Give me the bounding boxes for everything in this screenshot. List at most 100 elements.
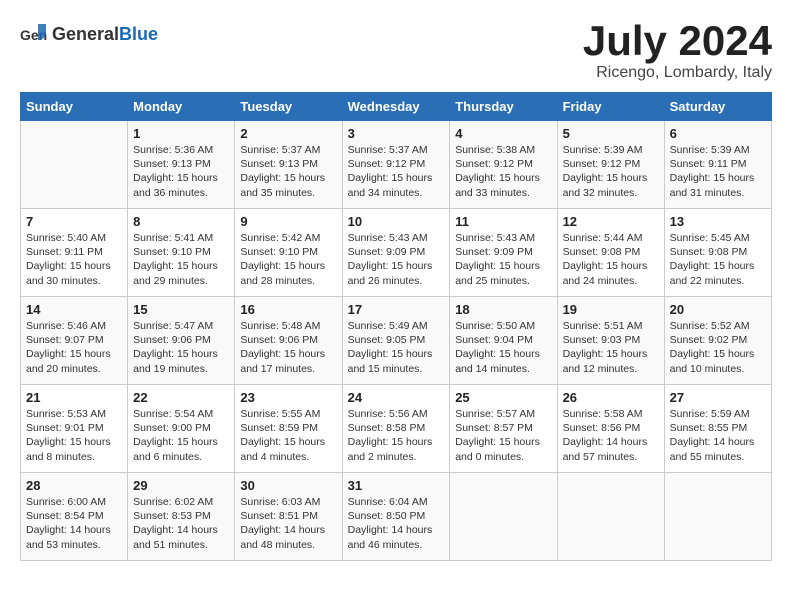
calendar-week-3: 14 Sunrise: 5:46 AM Sunset: 9:07 PM Dayli… — [21, 297, 772, 385]
header-saturday: Saturday — [664, 93, 771, 121]
calendar-cell: 31Sunrise: 6:04 AM Sunset: 8:50 PM Dayli… — [342, 473, 450, 561]
day-number: 30 — [240, 478, 336, 493]
calendar-cell: 21 Sunrise: 5:53 AM Sunset: 9:01 PM Dayli… — [21, 385, 128, 473]
calendar-cell: 20Sunrise: 5:52 AM Sunset: 9:02 PM Dayli… — [664, 297, 771, 385]
cell-details: Sunrise: 5:58 AM Sunset: 8:56 PM Dayligh… — [563, 407, 659, 464]
calendar-cell: 5 Sunrise: 5:39 AM Sunset: 9:12 PM Daylig… — [557, 121, 664, 209]
header-friday: Friday — [557, 93, 664, 121]
calendar-cell: 15 Sunrise: 5:47 AM Sunset: 9:06 PM Dayli… — [128, 297, 235, 385]
cell-details: Sunrise: 5:45 AM Sunset: 9:08 PM Dayligh… — [670, 231, 766, 288]
page-header: Gen GeneralBlue July 2024 Ricengo, Lomba… — [20, 20, 772, 82]
day-number: 15 — [133, 302, 229, 317]
header-thursday: Thursday — [450, 93, 557, 121]
title-area: July 2024 Ricengo, Lombardy, Italy — [583, 20, 772, 82]
cell-details: Sunrise: 6:00 AM Sunset: 8:54 PM Dayligh… — [26, 495, 122, 552]
day-number: 2 — [240, 126, 336, 141]
calendar-cell — [21, 121, 128, 209]
day-number: 1 — [133, 126, 229, 141]
cell-details: Sunrise: 5:51 AM Sunset: 9:03 PM Dayligh… — [563, 319, 659, 376]
cell-details: Sunrise: 5:47 AM Sunset: 9:06 PM Dayligh… — [133, 319, 229, 376]
cell-details: Sunrise: 6:04 AM Sunset: 8:50 PM Dayligh… — [348, 495, 445, 552]
cell-details: Sunrise: 5:43 AM Sunset: 9:09 PM Dayligh… — [455, 231, 551, 288]
cell-details: Sunrise: 5:39 AM Sunset: 9:12 PM Dayligh… — [563, 143, 659, 200]
cell-details: Sunrise: 5:43 AM Sunset: 9:09 PM Dayligh… — [348, 231, 445, 288]
calendar-cell: 12 Sunrise: 5:44 AM Sunset: 9:08 PM Dayli… — [557, 209, 664, 297]
calendar-cell — [664, 473, 771, 561]
calendar-cell: 18 Sunrise: 5:50 AM Sunset: 9:04 PM Dayli… — [450, 297, 557, 385]
calendar-cell: 28 Sunrise: 6:00 AM Sunset: 8:54 PM Dayli… — [21, 473, 128, 561]
calendar-cell: 24 Sunrise: 5:56 AM Sunset: 8:58 PM Dayli… — [342, 385, 450, 473]
calendar-cell — [557, 473, 664, 561]
cell-details: Sunrise: 5:38 AM Sunset: 9:12 PM Dayligh… — [455, 143, 551, 200]
day-number: 24 — [348, 390, 445, 405]
cell-details: Sunrise: 5:55 AM Sunset: 8:59 PM Dayligh… — [240, 407, 336, 464]
calendar-cell: 11 Sunrise: 5:43 AM Sunset: 9:09 PM Dayli… — [450, 209, 557, 297]
calendar-cell: 16 Sunrise: 5:48 AM Sunset: 9:06 PM Dayli… — [235, 297, 342, 385]
cell-details: Sunrise: 5:37 AM Sunset: 9:13 PM Dayligh… — [240, 143, 336, 200]
calendar-cell: 10 Sunrise: 5:43 AM Sunset: 9:09 PM Dayli… — [342, 209, 450, 297]
logo-blue: Blue — [119, 24, 158, 44]
header-wednesday: Wednesday — [342, 93, 450, 121]
cell-details: Sunrise: 5:42 AM Sunset: 9:10 PM Dayligh… — [240, 231, 336, 288]
calendar-header-row: SundayMondayTuesdayWednesdayThursdayFrid… — [21, 93, 772, 121]
calendar-cell: 8Sunrise: 5:41 AM Sunset: 9:10 PM Daylig… — [128, 209, 235, 297]
cell-details: Sunrise: 5:44 AM Sunset: 9:08 PM Dayligh… — [563, 231, 659, 288]
cell-details: Sunrise: 5:49 AM Sunset: 9:05 PM Dayligh… — [348, 319, 445, 376]
header-tuesday: Tuesday — [235, 93, 342, 121]
header-sunday: Sunday — [21, 93, 128, 121]
day-number: 14 — [26, 302, 122, 317]
logo: Gen GeneralBlue — [20, 20, 158, 48]
calendar-cell: 25 Sunrise: 5:57 AM Sunset: 8:57 PM Dayli… — [450, 385, 557, 473]
day-number: 3 — [348, 126, 445, 141]
cell-details: Sunrise: 5:48 AM Sunset: 9:06 PM Dayligh… — [240, 319, 336, 376]
cell-details: Sunrise: 6:03 AM Sunset: 8:51 PM Dayligh… — [240, 495, 336, 552]
day-number: 10 — [348, 214, 445, 229]
calendar-cell: 14 Sunrise: 5:46 AM Sunset: 9:07 PM Dayli… — [21, 297, 128, 385]
cell-details: Sunrise: 5:41 AM Sunset: 9:10 PM Dayligh… — [133, 231, 229, 288]
cell-details: Sunrise: 5:36 AM Sunset: 9:13 PM Dayligh… — [133, 143, 229, 200]
location-title: Ricengo, Lombardy, Italy — [583, 64, 772, 82]
day-number: 20 — [670, 302, 766, 317]
cell-details: Sunrise: 6:02 AM Sunset: 8:53 PM Dayligh… — [133, 495, 229, 552]
day-number: 11 — [455, 214, 551, 229]
day-number: 25 — [455, 390, 551, 405]
logo-icon: Gen — [20, 20, 48, 48]
month-title: July 2024 — [583, 20, 772, 62]
cell-details: Sunrise: 5:50 AM Sunset: 9:04 PM Dayligh… — [455, 319, 551, 376]
cell-details: Sunrise: 5:46 AM Sunset: 9:07 PM Dayligh… — [26, 319, 122, 376]
calendar-cell: 4 Sunrise: 5:38 AM Sunset: 9:12 PM Daylig… — [450, 121, 557, 209]
day-number: 19 — [563, 302, 659, 317]
calendar-cell: 30 Sunrise: 6:03 AM Sunset: 8:51 PM Dayli… — [235, 473, 342, 561]
cell-details: Sunrise: 5:57 AM Sunset: 8:57 PM Dayligh… — [455, 407, 551, 464]
day-number: 6 — [670, 126, 766, 141]
day-number: 26 — [563, 390, 659, 405]
day-number: 17 — [348, 302, 445, 317]
cell-details: Sunrise: 5:37 AM Sunset: 9:12 PM Dayligh… — [348, 143, 445, 200]
calendar-week-2: 7Sunrise: 5:40 AM Sunset: 9:11 PM Daylig… — [21, 209, 772, 297]
day-number: 16 — [240, 302, 336, 317]
cell-details: Sunrise: 5:59 AM Sunset: 8:55 PM Dayligh… — [670, 407, 766, 464]
day-number: 12 — [563, 214, 659, 229]
calendar-table: SundayMondayTuesdayWednesdayThursdayFrid… — [20, 92, 772, 561]
header-monday: Monday — [128, 93, 235, 121]
day-number: 7 — [26, 214, 122, 229]
cell-details: Sunrise: 5:53 AM Sunset: 9:01 PM Dayligh… — [26, 407, 122, 464]
calendar-cell: 1 Sunrise: 5:36 AM Sunset: 9:13 PM Daylig… — [128, 121, 235, 209]
day-number: 5 — [563, 126, 659, 141]
day-number: 29 — [133, 478, 229, 493]
day-number: 4 — [455, 126, 551, 141]
calendar-cell: 17 Sunrise: 5:49 AM Sunset: 9:05 PM Dayli… — [342, 297, 450, 385]
calendar-week-4: 21 Sunrise: 5:53 AM Sunset: 9:01 PM Dayli… — [21, 385, 772, 473]
day-number: 18 — [455, 302, 551, 317]
calendar-cell — [450, 473, 557, 561]
day-number: 21 — [26, 390, 122, 405]
calendar-week-1: 1 Sunrise: 5:36 AM Sunset: 9:13 PM Daylig… — [21, 121, 772, 209]
day-number: 23 — [240, 390, 336, 405]
calendar-week-5: 28 Sunrise: 6:00 AM Sunset: 8:54 PM Dayli… — [21, 473, 772, 561]
calendar-cell: 3 Sunrise: 5:37 AM Sunset: 9:12 PM Daylig… — [342, 121, 450, 209]
day-number: 28 — [26, 478, 122, 493]
day-number: 27 — [670, 390, 766, 405]
day-number: 13 — [670, 214, 766, 229]
cell-details: Sunrise: 5:56 AM Sunset: 8:58 PM Dayligh… — [348, 407, 445, 464]
logo-general: General — [52, 24, 119, 44]
